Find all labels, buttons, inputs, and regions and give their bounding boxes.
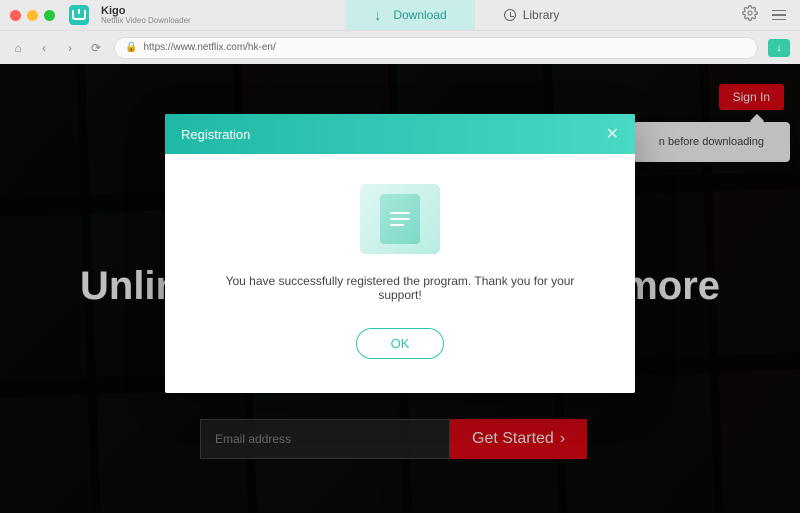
app-title-block: Kigo Netflix Video Downloader bbox=[101, 5, 191, 26]
tab-library-label: Library bbox=[523, 8, 560, 22]
url-text: https://www.netflix.com/hk-en/ bbox=[143, 42, 275, 53]
titlebar: Kigo Netflix Video Downloader Download L… bbox=[0, 0, 800, 30]
ok-button[interactable]: OK bbox=[356, 328, 445, 359]
home-icon[interactable]: ⌂ bbox=[10, 41, 26, 55]
window-minimize[interactable] bbox=[27, 10, 38, 21]
modal-title: Registration bbox=[181, 127, 250, 142]
menu-icon[interactable] bbox=[772, 10, 786, 21]
tab-download[interactable]: Download bbox=[345, 0, 474, 30]
forward-icon[interactable]: › bbox=[62, 41, 78, 55]
modal-body: You have successfully registered the pro… bbox=[165, 154, 635, 393]
modal-header: Registration ✕ bbox=[165, 114, 635, 154]
reload-icon[interactable]: ⟳ bbox=[88, 41, 104, 55]
main-tabs: Download Library bbox=[237, 0, 696, 30]
download-icon bbox=[373, 8, 387, 22]
modal-backdrop: Registration ✕ You have successfully reg… bbox=[0, 64, 800, 513]
window-close[interactable] bbox=[10, 10, 21, 21]
app-subtitle: Netflix Video Downloader bbox=[101, 17, 191, 26]
lock-icon: 🔒 bbox=[125, 42, 137, 53]
registration-modal: Registration ✕ You have successfully reg… bbox=[165, 114, 635, 393]
app-title: Kigo bbox=[101, 5, 191, 17]
url-input[interactable]: 🔒 https://www.netflix.com/hk-en/ bbox=[114, 37, 758, 59]
ok-label: OK bbox=[391, 336, 410, 351]
window-maximize[interactable] bbox=[44, 10, 55, 21]
tab-library[interactable]: Library bbox=[475, 0, 588, 30]
success-document-icon bbox=[360, 184, 440, 254]
tab-download-label: Download bbox=[393, 8, 446, 22]
clock-icon bbox=[503, 8, 517, 22]
addressbar: ⌂ ‹ › ⟳ 🔒 https://www.netflix.com/hk-en/… bbox=[0, 30, 800, 64]
download-badge-icon[interactable]: ↓ bbox=[768, 39, 790, 57]
app-logo-icon bbox=[69, 5, 89, 25]
right-controls bbox=[742, 5, 786, 26]
modal-message: You have successfully registered the pro… bbox=[205, 274, 595, 302]
back-icon[interactable]: ‹ bbox=[36, 41, 52, 55]
close-icon[interactable]: ✕ bbox=[606, 124, 619, 144]
settings-icon[interactable] bbox=[742, 5, 758, 26]
content-area: Unlin more Email address Get Started › S… bbox=[0, 64, 800, 513]
